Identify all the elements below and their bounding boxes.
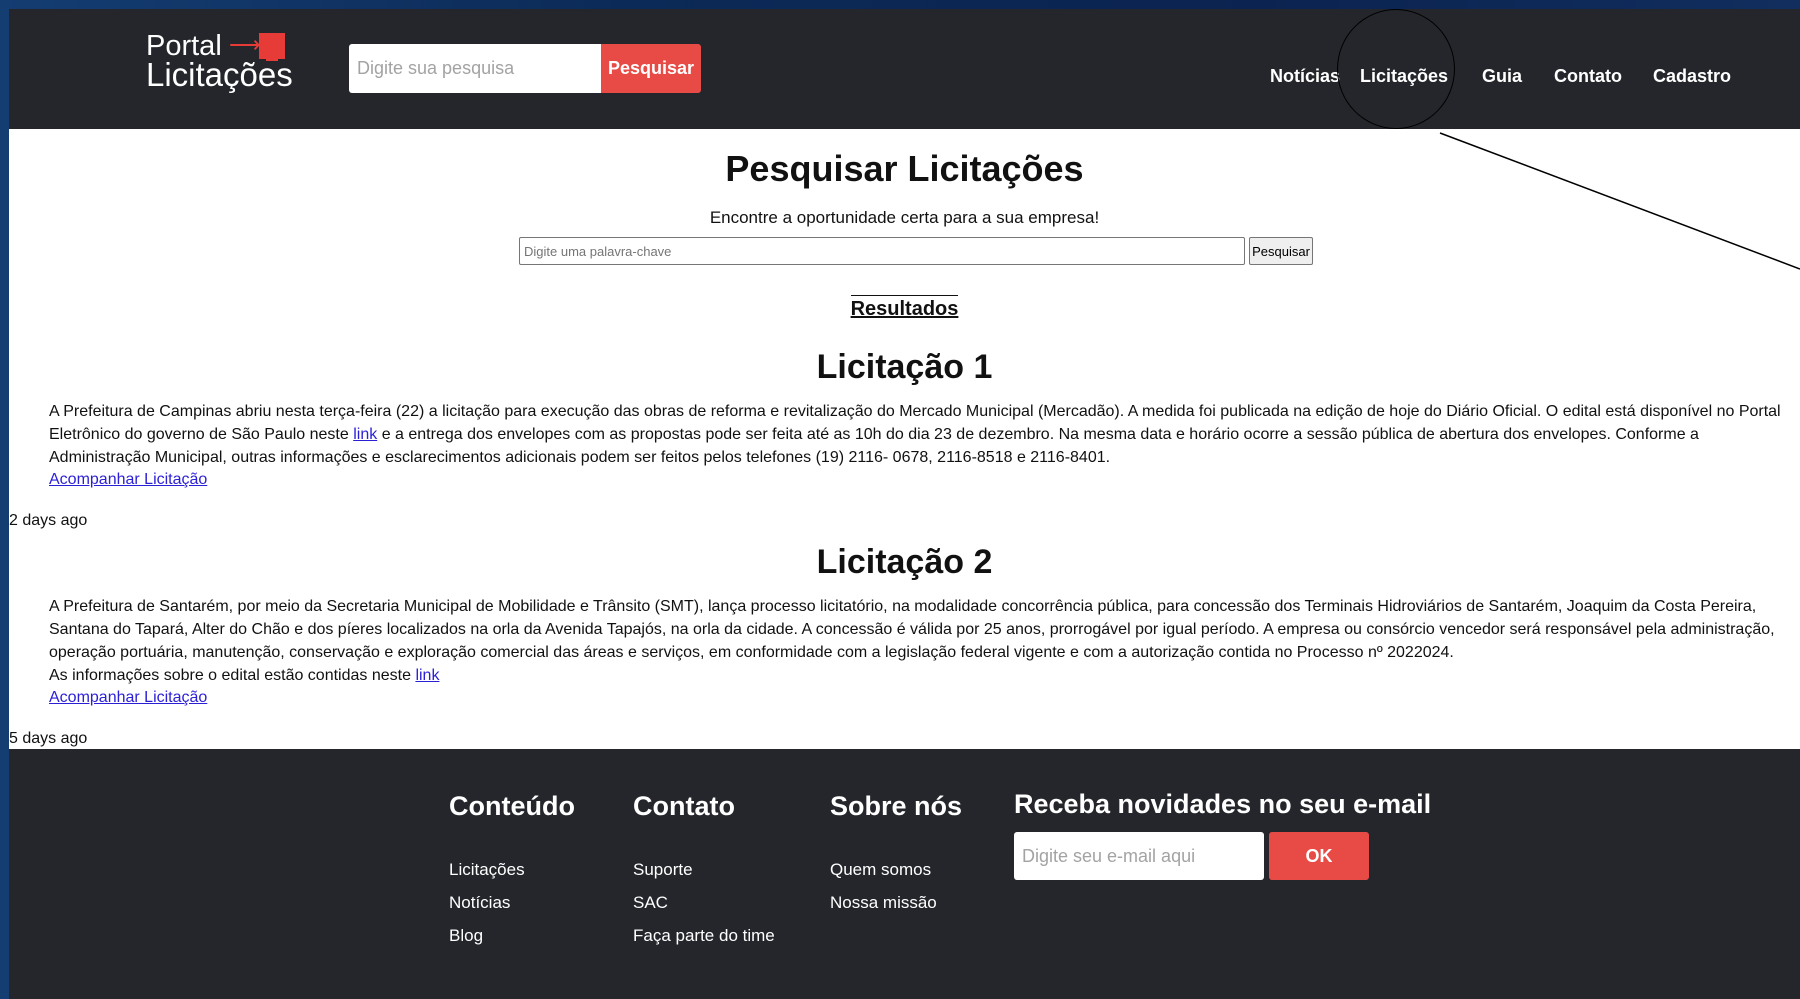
licitacao-1-link[interactable]: link xyxy=(353,426,377,443)
footer-column-sobre: Sobre nós Quem somos Nossa missão xyxy=(830,789,962,919)
licitacao-2-text: A Prefeitura de Santarém, por meio da Se… xyxy=(49,595,1789,687)
footer-link-nossa-missao[interactable]: Nossa missão xyxy=(830,886,962,919)
site-footer: Conteúdo Licitações Notícias Blog Contat… xyxy=(9,749,1800,999)
keyword-search-button[interactable]: Pesquisar xyxy=(1249,237,1313,265)
footer-link-sac[interactable]: SAC xyxy=(633,886,775,919)
results-heading: Resultados xyxy=(9,295,1800,321)
licitacao-2-edital-text: As informações sobre o edital estão cont… xyxy=(49,667,411,684)
footer-link-faca-parte[interactable]: Faça parte do time xyxy=(633,919,775,952)
nav-contato[interactable]: Contato xyxy=(1554,65,1622,87)
logo-arrow-icon: ⟶ xyxy=(229,32,261,57)
header-search-input[interactable] xyxy=(349,44,601,93)
site-logo[interactable]: Portal ⟶ Licitações xyxy=(146,31,296,101)
page-subtitle: Encontre a oportunidade certa para a sua… xyxy=(709,208,1100,227)
footer-link-noticias[interactable]: Notícias xyxy=(449,886,575,919)
header-search-button[interactable]: Pesquisar xyxy=(601,44,701,93)
footer-heading-contato: Contato xyxy=(633,791,735,821)
logo-text-licitacoes: Licitações xyxy=(146,56,293,93)
keyword-search-input[interactable] xyxy=(519,237,1245,265)
licitacao-1-text: A Prefeitura de Campinas abriu nesta ter… xyxy=(49,400,1789,469)
licitacao-2-text-part1: A Prefeitura de Santarém, por meio da Se… xyxy=(49,598,1775,661)
newsletter-email-input[interactable] xyxy=(1014,832,1264,880)
newsletter-ok-button[interactable]: OK xyxy=(1269,832,1369,880)
footer-link-licitacoes[interactable]: Licitações xyxy=(449,853,575,886)
nav-guia[interactable]: Guia xyxy=(1482,65,1522,87)
licitacao-1-age: 2 days ago xyxy=(9,512,88,529)
licitacao-2-age: 5 days ago xyxy=(9,730,88,747)
page-title: Pesquisar Licitações xyxy=(725,148,1084,189)
footer-link-quem-somos[interactable]: Quem somos xyxy=(830,853,962,886)
footer-link-suporte[interactable]: Suporte xyxy=(633,853,775,886)
browser-page: Portal ⟶ Licitações Pesquisar Notícias L… xyxy=(9,9,1800,999)
footer-column-contato: Contato Suporte SAC Faça parte do time xyxy=(633,789,775,952)
licitacao-2-link[interactable]: link xyxy=(415,667,439,684)
results-heading-label: Resultados xyxy=(850,295,959,320)
licitacao-1-follow-link[interactable]: Acompanhar Licitação xyxy=(49,471,207,489)
highlight-circle xyxy=(1337,9,1455,129)
footer-link-blog[interactable]: Blog xyxy=(449,919,575,952)
licitacao-1-title: Licitação 1 xyxy=(816,348,993,386)
newsletter-title: Receba novidades no seu e-mail xyxy=(1014,789,1432,819)
licitacao-2-follow-link[interactable]: Acompanhar Licitação xyxy=(49,689,207,707)
nav-cadastro[interactable]: Cadastro xyxy=(1653,65,1731,87)
licitacao-2-title: Licitação 2 xyxy=(816,543,993,581)
footer-heading-conteudo: Conteúdo xyxy=(449,791,575,821)
footer-heading-sobre: Sobre nós xyxy=(830,791,963,821)
footer-column-conteudo: Conteúdo Licitações Notícias Blog xyxy=(449,789,575,952)
site-header: Portal ⟶ Licitações Pesquisar Notícias L… xyxy=(9,9,1800,129)
nav-noticias[interactable]: Notícias xyxy=(1270,65,1340,87)
